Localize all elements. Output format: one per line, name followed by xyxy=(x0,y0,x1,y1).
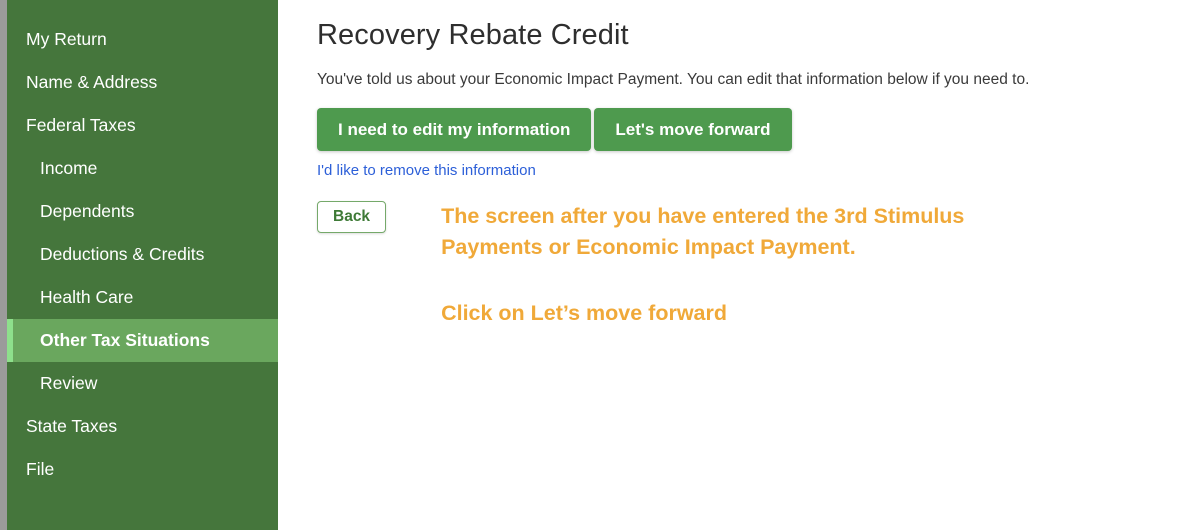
sidebar-item-dependents[interactable]: Dependents xyxy=(7,190,278,233)
sidebar-item-income[interactable]: Income xyxy=(7,147,278,190)
edit-my-information-button[interactable]: I need to edit my information xyxy=(317,107,592,151)
sidebar-item-deductions-credits[interactable]: Deductions & Credits xyxy=(7,233,278,276)
sidebar-item-label: Dependents xyxy=(40,200,135,221)
sidebar-item-label: Deductions & Credits xyxy=(40,243,205,264)
sidebar-item-label: Review xyxy=(40,372,98,393)
sidebar-item-label: Name & Address xyxy=(26,71,158,92)
sidebar-item-label: Income xyxy=(40,157,98,178)
sidebar-navigation: My Return Name & Address Federal Taxes Inco… xyxy=(7,0,278,530)
sidebar-item-federal-taxes[interactable]: Federal Taxes xyxy=(7,104,278,147)
page-title: Recovery Rebate Credit xyxy=(317,19,629,51)
sidebar-item-review[interactable]: Review xyxy=(7,362,278,405)
annotation-line-1: The screen after you have entered the 3r… xyxy=(441,203,965,259)
lets-move-forward-button[interactable]: Let's move forward xyxy=(594,107,792,151)
sidebar-item-state-taxes[interactable]: State Taxes xyxy=(7,405,278,448)
sidebar-item-label: Federal Taxes xyxy=(26,114,136,135)
sidebar-item-my-return[interactable]: My Return xyxy=(7,18,278,61)
sidebar-item-health-care[interactable]: Health Care xyxy=(7,276,278,319)
sidebar-item-label: My Return xyxy=(26,28,107,49)
page-subtitle: You've told us about your Economic Impac… xyxy=(317,70,1030,88)
annotation-line-2: Click on Let’s move forward xyxy=(441,300,727,325)
annotation-overlay: The screen after you have entered the 3r… xyxy=(441,201,1001,329)
sidebar-item-other-tax-situations[interactable]: Other Tax Situations xyxy=(7,319,278,362)
sidebar-item-label: State Taxes xyxy=(26,415,118,436)
sidebar-item-label: Health Care xyxy=(40,286,134,307)
sidebar-item-name-address[interactable]: Name & Address xyxy=(7,61,278,104)
left-edge-gutter xyxy=(0,0,7,530)
primary-button-row: I need to edit my information Let's move… xyxy=(317,107,1200,151)
remove-information-link[interactable]: I'd like to remove this information xyxy=(317,162,536,179)
sidebar-item-label: File xyxy=(26,458,55,479)
back-and-annotation-row: Back The screen after you have entered t… xyxy=(317,200,1200,329)
sidebar-item-label: Other Tax Situations xyxy=(40,329,210,350)
back-button[interactable]: Back xyxy=(317,200,387,233)
main-content: Recovery Rebate Credit You've told us ab… xyxy=(278,0,1200,530)
app-root: My Return Name & Address Federal Taxes Inco… xyxy=(0,0,1200,530)
sidebar-item-file[interactable]: File xyxy=(7,448,278,491)
